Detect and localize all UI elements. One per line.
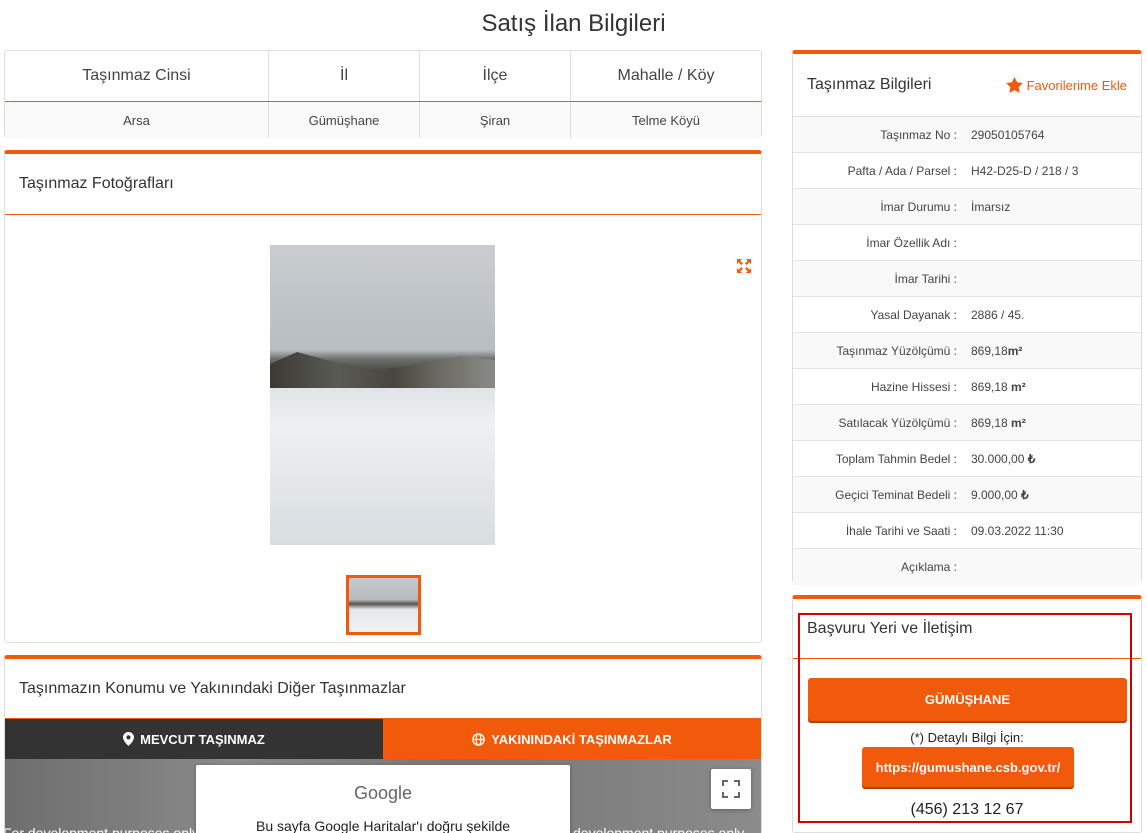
info-label: İmar Özellik Adı : (866, 235, 957, 250)
summary-header-cell: İlçe (420, 51, 571, 101)
info-label: Geçici Teminat Bedeli : (835, 487, 957, 502)
tab-current-property-label: MEVCUT TAŞINMAZ (140, 731, 265, 747)
info-row: Taşınmaz No : 29050105764 (793, 117, 1141, 153)
summary-table: Taşınmaz Cinsi İl İlçe Mahalle / Köy Ars… (4, 50, 762, 138)
info-value: 30.000,00 ₺ (961, 452, 1035, 466)
info-value-number: 869,18 (971, 343, 1008, 358)
summary-header-cell: Mahalle / Köy (617, 67, 715, 84)
info-label: Yasal Dayanak : (870, 307, 958, 322)
main-property-photo[interactable] (270, 245, 495, 545)
star-icon (1005, 77, 1023, 93)
map-area[interactable]: For development purposes only developmen… (5, 759, 761, 833)
location-panel: Taşınmazın Konumu ve Yakınındaki Diğer T… (4, 655, 762, 833)
lira-icon: ₺ (1021, 487, 1029, 502)
info-value: 869,18m² (961, 344, 1022, 358)
info-value-number: 869,18 (971, 379, 1012, 394)
info-label: Satılacak Yüzölçümü : (838, 415, 957, 430)
google-logo: Google (353, 783, 413, 803)
summary-header-cell: Taşınmaz Cinsi (5, 51, 269, 101)
photos-panel-title: Taşınmaz Fotoğrafları (5, 154, 761, 215)
info-value: 29050105764 (971, 127, 1045, 142)
info-row: Açıklama : (793, 549, 1141, 585)
info-row: Yasal Dayanak : 2886 / 45. (793, 297, 1141, 333)
property-info-header: Taşınmaz Bilgileri Favorilerime Ekle (793, 54, 1141, 117)
info-row: Geçici Teminat Bedeli : 9.000,00 ₺ (793, 477, 1141, 513)
info-label: Pafta / Ada / Parsel : (847, 163, 957, 178)
page-title: Satış İlan Bilgileri (481, 10, 666, 37)
info-value: İmarsız (971, 199, 1011, 214)
info-label: Toplam Tahmin Bedel : (835, 451, 957, 466)
info-row: İmar Durumu : İmarsız (793, 189, 1141, 225)
info-row: Pafta / Ada / Parsel : H42-D25-D / 218 / … (793, 153, 1141, 189)
info-label: İmar Durumu : (880, 199, 957, 214)
info-label: Açıklama : (900, 560, 957, 574)
expand-icon[interactable] (736, 258, 752, 274)
tab-nearby-properties-label: YAKININDAKİ TAŞINMAZLAR (491, 731, 672, 747)
info-value: 9.000,00 ₺ (961, 488, 1029, 502)
location-panel-title: Taşınmazın Konumu ve Yakınındaki Diğer T… (5, 659, 761, 719)
tab-current-property[interactable]: MEVCUT TAŞINMAZ (5, 719, 383, 759)
map-dev-watermark: For development purposes only (4, 825, 200, 833)
info-row: Hazine Hissesi : 869,18 m² (793, 369, 1141, 405)
info-label: Taşınmaz No : (880, 127, 957, 142)
city-button[interactable]: GÜMÜŞHANE (808, 678, 1127, 721)
map-fullscreen-button[interactable] (711, 769, 751, 809)
summary-value-cell: Arsa (5, 102, 269, 138)
info-value: H42-D25-D / 218 / 3 (971, 163, 1079, 178)
summary-value-cell: Gümüşhane (269, 102, 420, 138)
summary-value-row: Arsa Gümüşhane Şiran Telme Köyü (5, 102, 761, 138)
property-info-rows: Taşınmaz No : 29050105764 Pafta / Ada / P… (793, 117, 1141, 585)
phone-number: (456) 213 12 67 (910, 801, 1024, 818)
info-label: İmar Tarihi : (894, 271, 957, 286)
info-value: 09.03.2022 11:30 (971, 523, 1064, 538)
photos-panel: Taşınmaz Fotoğrafları (4, 150, 762, 643)
info-label: Taşınmaz Yüzölçümü : (836, 343, 958, 358)
info-value-unit: m² (1007, 343, 1023, 358)
fullscreen-icon (722, 780, 740, 798)
info-row: İmar Tarihi : (793, 261, 1141, 297)
info-value-unit: m² (1011, 379, 1026, 394)
lira-icon: ₺ (1027, 451, 1036, 466)
detail-info-text: (*) Detaylı Bilgi İçin: (910, 730, 1024, 745)
info-row: İmar Özellik Adı : (793, 225, 1141, 261)
summary-header-row: Taşınmaz Cinsi İl İlçe Mahalle / Köy (5, 51, 761, 102)
info-value-unit: m² (1011, 415, 1026, 430)
info-value: 869,18 m² (961, 380, 1026, 394)
summary-header-cell: İl (269, 51, 420, 101)
property-info-panel: Taşınmaz Bilgileri Favorilerime Ekle Taş… (792, 50, 1142, 585)
add-favorite-label: Favorilerime Ekle (1026, 77, 1127, 93)
info-label: Hazine Hissesi : (870, 379, 957, 394)
photo-thumbnail[interactable] (346, 575, 421, 635)
info-value-number: 30.000,00 (971, 451, 1028, 466)
info-label: İhale Tarihi ve Saati : (845, 523, 957, 538)
info-row: Satılacak Yüzölçümü : 869,18 m² (793, 405, 1141, 441)
info-value: 2886 / 45. (971, 307, 1025, 322)
contact-panel: Başvuru Yeri ve İletişim GÜMÜŞHANE (*) D… (792, 595, 1142, 833)
map-error-message: Bu sayfa Google Haritalar'ı doğru şekild… (255, 818, 511, 833)
info-value-number: 9.000,00 (971, 487, 1022, 502)
map-dev-watermark: development purposes only (573, 825, 745, 833)
summary-value-cell: Telme Köyü (632, 112, 700, 128)
website-link-button[interactable]: https://gumushane.csb.gov.tr/ (862, 747, 1074, 787)
map-pin-icon (123, 732, 135, 746)
info-row: Toplam Tahmin Bedel : 30.000,00 ₺ (793, 441, 1141, 477)
globe-icon (472, 732, 486, 746)
info-value-number: 869,18 (971, 415, 1012, 430)
info-row: Taşınmaz Yüzölçümü :869,18m² (793, 333, 1141, 369)
summary-value-cell: Şiran (420, 102, 571, 138)
info-row: İhale Tarihi ve Saati : 09.03.2022 11:30 (793, 513, 1141, 549)
info-value: 869,18 m² (961, 416, 1026, 430)
tab-nearby-properties[interactable]: YAKININDAKİ TAŞINMAZLAR (383, 719, 761, 759)
map-error-dialog: Google Bu sayfa Google Haritalar'ı doğru… (196, 765, 570, 833)
add-favorite-button[interactable]: Favorilerime Ekle (1005, 77, 1127, 93)
property-info-title: Taşınmaz Bilgileri (807, 76, 932, 93)
location-tabs: MEVCUT TAŞINMAZ YAKININDAKİ TAŞINMAZLAR (5, 719, 761, 759)
